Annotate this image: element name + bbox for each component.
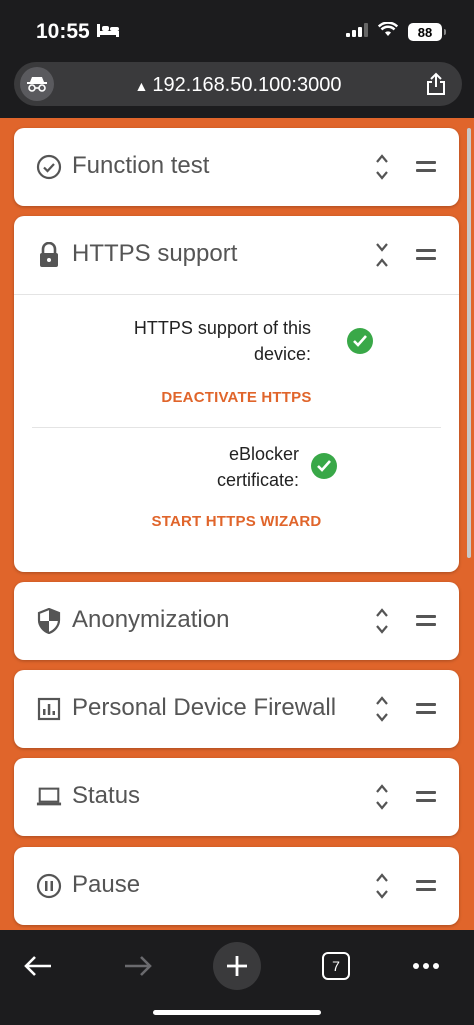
expand-icon[interactable] [374, 152, 390, 182]
signal-icon [346, 22, 368, 42]
https-details: HTTPS support of this device: DEACTIVATE… [14, 294, 459, 570]
collapse-icon[interactable] [374, 240, 390, 270]
tab-count: 7 [322, 952, 350, 980]
card-header[interactable]: HTTPS support [14, 216, 459, 294]
https-support-label-line2: device: [253, 344, 311, 364]
drag-handle-icon[interactable] [416, 615, 436, 627]
drag-handle-icon[interactable] [416, 880, 436, 892]
new-tab-plus-icon[interactable] [213, 942, 261, 990]
card-title: HTTPS support [72, 240, 238, 267]
deactivate-https-button[interactable]: DEACTIVATE HTTPS [14, 389, 459, 406]
dashboard: Function test HTTPS support HTTPS suppor… [0, 118, 474, 930]
expand-icon[interactable] [374, 694, 390, 724]
https-support-label: HTTPS support of this device: [134, 315, 311, 367]
status-bar: 10:55 88 [0, 0, 474, 60]
card-function-test[interactable]: Function test [14, 128, 459, 206]
card-header[interactable]: Function test [14, 128, 459, 206]
card-anonymization[interactable]: Anonymization [14, 582, 459, 660]
start-https-wizard-button[interactable]: START HTTPS WIZARD [14, 513, 459, 530]
card-pause[interactable]: Pause [14, 847, 459, 925]
address-bar[interactable]: ▲ 192.168.50.100:3000 [14, 62, 462, 106]
url-text: 192.168.50.100:3000 [152, 74, 342, 96]
https-support-check-icon [347, 328, 373, 354]
certificate-check-icon [311, 453, 337, 479]
expand-icon[interactable] [374, 606, 390, 636]
drag-handle-icon[interactable] [416, 703, 436, 715]
home-indicator [153, 1010, 321, 1015]
card-header[interactable]: Pause [14, 847, 459, 925]
card-header[interactable]: Anonymization [14, 582, 459, 660]
battery-indicator: 88 [408, 23, 446, 41]
browser-toolbar: 7 [0, 930, 474, 1025]
tabs-button[interactable]: 7 [312, 942, 360, 990]
status-indicators: 88 [346, 21, 446, 42]
card-https-support: HTTPS support HTTPS support of this devi… [14, 216, 459, 572]
expand-icon[interactable] [374, 782, 390, 812]
card-title: Pause [72, 871, 141, 898]
back-arrow-icon[interactable] [14, 942, 62, 990]
card-title: Status [72, 782, 141, 809]
card-header[interactable]: Status [14, 758, 459, 836]
card-header[interactable]: Personal Device Firewall [14, 670, 459, 748]
status-time: 10:55 [36, 20, 90, 43]
shield-icon [36, 608, 62, 634]
divider [32, 427, 441, 428]
certificate-label-line1: eBlocker [228, 444, 299, 464]
more-icon[interactable] [402, 942, 450, 990]
laptop-icon [36, 784, 62, 810]
certificate-label-line2: certificate: [216, 470, 299, 490]
check-circle-icon [36, 154, 62, 180]
drag-handle-icon[interactable] [416, 791, 436, 803]
pause-icon [36, 873, 62, 899]
expand-icon[interactable] [374, 871, 390, 901]
drag-handle-icon[interactable] [416, 249, 436, 261]
card-title: Personal Device Firewall [72, 694, 337, 721]
wifi-icon [377, 21, 399, 42]
chart-icon [36, 696, 62, 722]
forward-arrow-icon[interactable] [114, 942, 162, 990]
scrollbar[interactable] [467, 128, 471, 558]
drag-handle-icon[interactable] [416, 161, 436, 173]
card-title: Function test [72, 152, 210, 179]
share-icon[interactable] [426, 72, 446, 101]
url-display[interactable]: ▲ 192.168.50.100:3000 [14, 74, 462, 97]
lock-icon [36, 242, 62, 268]
warning-icon: ▲ [134, 78, 149, 94]
card-status[interactable]: Status [14, 758, 459, 836]
certificate-label: eBlocker certificate: [217, 441, 299, 493]
card-title: Anonymization [72, 606, 230, 633]
https-support-label-line1: HTTPS support of this [133, 318, 311, 338]
card-personal-device-firewall[interactable]: Personal Device Firewall [14, 670, 459, 748]
bed-icon [96, 22, 120, 43]
